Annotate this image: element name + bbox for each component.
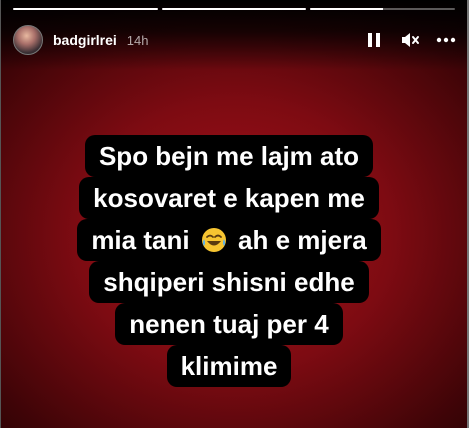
- caption-line: shqiperi shisni edhe: [89, 261, 369, 303]
- story-timestamp: 14h: [126, 32, 149, 48]
- pause-icon[interactable]: [363, 29, 385, 51]
- story-progress-bar: [13, 8, 456, 10]
- story-caption: Spo bejn me lajm ato kosovaret e kapen m…: [39, 135, 419, 387]
- more-options-icon[interactable]: [435, 29, 457, 51]
- story-header: badgirlrei 14h: [13, 24, 457, 56]
- caption-line: nenen tuaj per 4: [115, 303, 343, 345]
- caption-text: mia tani: [91, 225, 190, 255]
- story-viewer: badgirlrei 14h Spo bejn me lajm ato koso…: [0, 0, 469, 428]
- caption-line: mia tani ah e mjera: [77, 219, 381, 261]
- progress-segment: [161, 8, 307, 10]
- speaker-muted-icon[interactable]: [399, 29, 421, 51]
- story-controls: [363, 29, 457, 51]
- caption-line: kosovaret e kapen me: [79, 177, 379, 219]
- caption-line: Spo bejn me lajm ato: [84, 135, 374, 177]
- progress-fill: [161, 8, 307, 10]
- progress-segment: [13, 8, 158, 10]
- username[interactable]: badgirlrei: [53, 32, 117, 48]
- caption-line: klimime: [166, 345, 292, 387]
- caption-text: ah e mjera: [238, 225, 367, 255]
- progress-fill: [310, 8, 383, 10]
- avatar[interactable]: [13, 25, 43, 55]
- face-with-tears-of-joy-icon: [201, 228, 226, 252]
- progress-segment: [310, 8, 456, 10]
- progress-fill: [13, 8, 158, 10]
